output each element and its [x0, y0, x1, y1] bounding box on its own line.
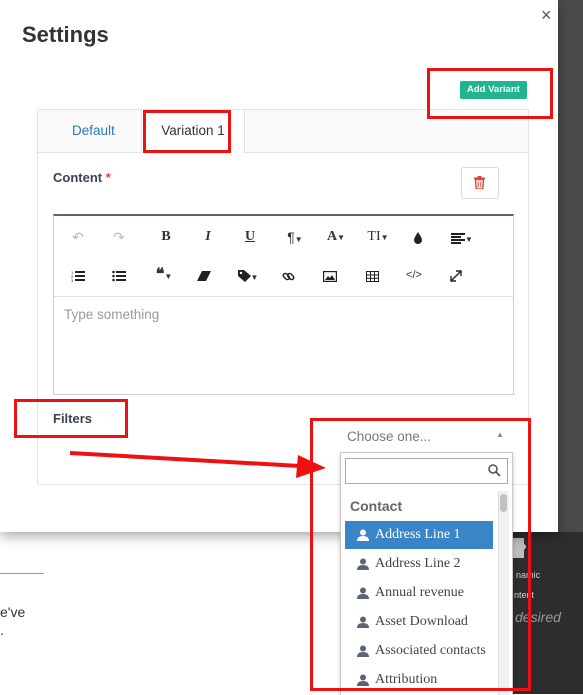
font-color-icon[interactable]: A▼: [321, 226, 351, 248]
tag-icon[interactable]: ▼: [232, 264, 264, 286]
background-divider: [0, 573, 44, 574]
underline-icon[interactable]: U: [238, 226, 262, 248]
unordered-list-icon[interactable]: [107, 264, 131, 286]
close-icon[interactable]: ×: [541, 5, 552, 26]
paragraph-glyph: ¶: [287, 229, 295, 245]
editor-toolbar: ↶ ↷ B I U ¶▼ A▼ TI▼ ▼ 123 ❝▼ ▼ </>: [54, 216, 513, 297]
eraser-icon[interactable]: [192, 264, 216, 286]
bold-icon[interactable]: B: [154, 226, 178, 248]
italic-icon[interactable]: I: [196, 226, 220, 248]
content-label: Content *: [53, 170, 111, 185]
paragraph-icon[interactable]: ¶▼: [280, 226, 310, 248]
annotation-box-dropdown: [310, 418, 531, 691]
chevron-down-icon: ▼: [164, 272, 173, 281]
fullscreen-icon[interactable]: [444, 264, 468, 286]
content-label-text: Content: [53, 170, 103, 185]
image-icon[interactable]: [318, 264, 342, 286]
chevron-down-icon: ▼: [380, 233, 389, 242]
trash-icon: [474, 176, 485, 189]
undo-icon[interactable]: ↶: [66, 226, 90, 248]
editor-placeholder[interactable]: Type something: [64, 307, 159, 322]
font-size-icon[interactable]: TI▼: [362, 226, 394, 248]
code-icon[interactable]: </>: [402, 264, 426, 286]
tab-default[interactable]: Default: [72, 110, 115, 152]
table-icon[interactable]: [360, 264, 384, 286]
chevron-down-icon: ▼: [465, 235, 473, 244]
font-size-glyph: TI: [367, 229, 381, 244]
modal-title: Settings: [22, 22, 109, 47]
background-text-fragment-2: .: [0, 622, 4, 638]
color-drop-icon[interactable]: [406, 226, 430, 248]
annotation-box-variation-tab: [143, 110, 231, 153]
chevron-down-icon: ▼: [337, 233, 346, 242]
background-text-fragment-1: e've: [0, 604, 26, 620]
link-icon[interactable]: [276, 264, 300, 286]
align-icon[interactable]: ▼: [446, 226, 478, 248]
chevron-down-icon: ▼: [250, 273, 259, 282]
ordered-list-icon[interactable]: 123: [66, 264, 90, 286]
quote-icon[interactable]: ❝▼: [148, 264, 180, 286]
annotation-box-filters: [14, 399, 128, 438]
delete-button[interactable]: [461, 167, 499, 199]
svg-text:3: 3: [71, 278, 74, 282]
font-glyph: A: [326, 229, 338, 244]
required-mark: *: [105, 170, 111, 185]
rich-text-editor: ↶ ↷ B I U ¶▼ A▼ TI▼ ▼ 123 ❝▼ ▼ </> Type …: [53, 214, 514, 395]
chevron-down-icon: ▼: [294, 235, 303, 244]
redo-icon[interactable]: ↷: [107, 226, 131, 248]
annotation-box-add-variant: [427, 68, 553, 119]
